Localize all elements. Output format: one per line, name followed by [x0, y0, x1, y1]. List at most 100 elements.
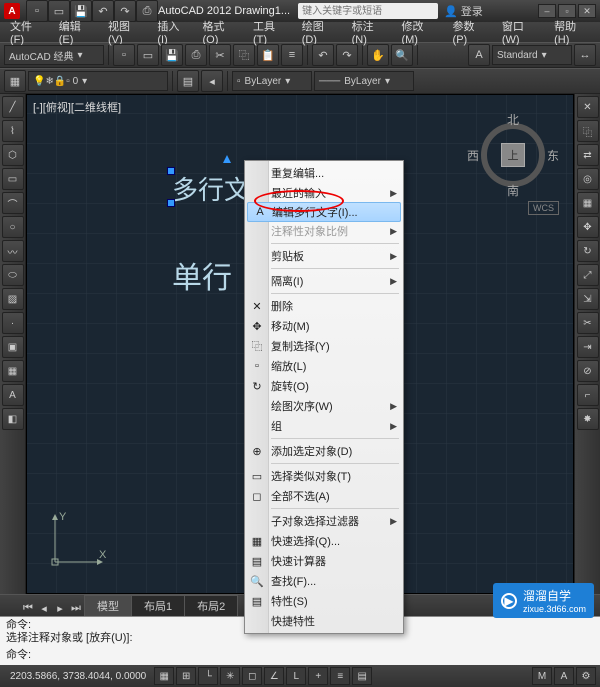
ctx-erase[interactable]: ✕删除 [245, 296, 403, 316]
tb-undo-icon[interactable]: ↶ [312, 44, 334, 66]
anno-toggle[interactable]: A [554, 667, 574, 685]
tb-dim-icon[interactable]: ↔ [574, 44, 596, 66]
pline-icon[interactable]: ⌇ [2, 120, 24, 142]
explode-icon[interactable]: ✸ [577, 408, 599, 430]
layer-dropdown[interactable]: 💡❄🔒▫ 0▾ [28, 71, 168, 91]
ctx-quick-props[interactable]: 快捷特性 [245, 611, 403, 631]
otrack-toggle[interactable]: ∠ [264, 667, 284, 685]
extend-icon[interactable]: ⇥ [577, 336, 599, 358]
ctx-draworder[interactable]: 绘图次序(W)▶ [245, 396, 403, 416]
ctx-isolate[interactable]: 隔离(I)▶ [245, 271, 403, 291]
tab-layout2[interactable]: 布局2 [184, 595, 238, 616]
tb-open-icon[interactable]: ▭ [137, 44, 159, 66]
selection-arrow-icon[interactable] [223, 155, 231, 163]
tab-last-icon[interactable]: ⏭ [68, 600, 84, 616]
grid-toggle[interactable]: ⊞ [176, 667, 196, 685]
ctx-select-similar[interactable]: ▭选择类似对象(T) [245, 466, 403, 486]
ctx-add-selected[interactable]: ⊕添加选定对象(D) [245, 441, 403, 461]
arc-icon[interactable]: ⌒ [2, 192, 24, 214]
table-icon[interactable]: ▦ [2, 360, 24, 382]
tab-layout1[interactable]: 布局1 [131, 595, 185, 616]
tb-pan-icon[interactable]: ✋ [367, 44, 389, 66]
fillet-icon[interactable]: ⌐ [577, 384, 599, 406]
selection-grip[interactable] [167, 167, 175, 175]
polygon-icon[interactable]: ⬡ [2, 144, 24, 166]
polar-toggle[interactable]: ✳ [220, 667, 240, 685]
dyn-toggle[interactable]: + [308, 667, 328, 685]
layer-iso-icon[interactable]: ▤ [177, 70, 199, 92]
scale-icon[interactable]: ⤢ [577, 264, 599, 286]
view-cube[interactable]: 上 北 南 东 西 WCS [473, 115, 553, 195]
layer-props-icon[interactable]: ▦ [4, 70, 26, 92]
point-icon[interactable]: · [2, 312, 24, 334]
lwt-toggle[interactable]: ≡ [330, 667, 350, 685]
move-icon[interactable]: ✥ [577, 216, 599, 238]
line-icon[interactable]: ╱ [2, 96, 24, 118]
ctx-repeat[interactable]: 重复编辑... [245, 163, 403, 183]
tb-cut-icon[interactable]: ✂ [209, 44, 231, 66]
osnap-toggle[interactable]: ◻ [242, 667, 262, 685]
ctx-move[interactable]: ✥移动(M) [245, 316, 403, 336]
ctx-copy[interactable]: ⿻复制选择(Y) [245, 336, 403, 356]
style-dropdown[interactable]: Standard▾ [492, 45, 572, 65]
erase-icon[interactable]: ✕ [577, 96, 599, 118]
ctx-edit-mtext[interactable]: A编辑多行文字(I)... [247, 202, 401, 222]
ctx-subobj-filter[interactable]: 子对象选择过滤器▶ [245, 511, 403, 531]
tb-match-icon[interactable]: ≡ [281, 44, 303, 66]
workspace-icon[interactable]: ⚙ [576, 667, 596, 685]
tab-model[interactable]: 模型 [84, 595, 132, 616]
text-object-2[interactable]: 单行 [172, 253, 232, 297]
ducs-toggle[interactable]: L [286, 667, 306, 685]
ellipse-icon[interactable]: ⬭ [2, 264, 24, 286]
tb-zoom-icon[interactable]: 🔍 [391, 44, 413, 66]
tb-copy-icon[interactable]: ⿻ [233, 44, 255, 66]
array-icon[interactable]: ▦ [577, 192, 599, 214]
tb-save-icon[interactable]: 💾 [161, 44, 183, 66]
model-toggle[interactable]: M [532, 667, 552, 685]
mirror-icon[interactable]: ⇄ [577, 144, 599, 166]
copy-icon[interactable]: ⿻ [577, 120, 599, 142]
mtext-icon[interactable]: A [2, 384, 24, 406]
linetype-dropdown[interactable]: ───ByLayer▾ [314, 71, 414, 91]
coordinates-display[interactable]: 2203.5866, 3738.4044, 0.0000 [4, 671, 152, 682]
ctx-clipboard[interactable]: 剪贴板▶ [245, 246, 403, 266]
layer-prev-icon[interactable]: ◂ [201, 70, 223, 92]
menu-file[interactable]: 文件(F) [4, 16, 51, 48]
workspace-dropdown[interactable]: AutoCAD 经典▾ [4, 45, 104, 65]
tb-redo-icon[interactable]: ↷ [336, 44, 358, 66]
offset-icon[interactable]: ◎ [577, 168, 599, 190]
rotate-icon[interactable]: ↻ [577, 240, 599, 262]
tab-first-icon[interactable]: ⏮ [20, 600, 36, 616]
tab-prev-icon[interactable]: ◂ [36, 600, 52, 616]
ctx-qselect[interactable]: ▦快速选择(Q)... [245, 531, 403, 551]
tb-textstyle-icon[interactable]: A [468, 44, 490, 66]
block-icon[interactable]: ▣ [2, 336, 24, 358]
menu-window[interactable]: 窗口(W) [496, 16, 546, 48]
tb-new-icon[interactable]: ▫ [113, 44, 135, 66]
ctx-rotate[interactable]: ↻旋转(O) [245, 376, 403, 396]
break-icon[interactable]: ⊘ [577, 360, 599, 382]
ctx-group[interactable]: 组▶ [245, 416, 403, 436]
rect-icon[interactable]: ▭ [2, 168, 24, 190]
ctx-recent-input[interactable]: 最近的输入▶ [245, 183, 403, 203]
tb-plot-icon[interactable]: ⎙ [185, 44, 207, 66]
ctx-scale[interactable]: ▫缩放(L) [245, 356, 403, 376]
tb-paste-icon[interactable]: 📋 [257, 44, 279, 66]
ortho-toggle[interactable]: └ [198, 667, 218, 685]
color-dropdown[interactable]: ▫ByLayer▾ [232, 71, 312, 91]
ctx-find[interactable]: 🔍查找(F)... [245, 571, 403, 591]
tab-next-icon[interactable]: ▸ [52, 600, 68, 616]
stretch-icon[interactable]: ⇲ [577, 288, 599, 310]
spline-icon[interactable]: 〰 [2, 240, 24, 262]
ctx-quickcalc[interactable]: ▤快速计算器 [245, 551, 403, 571]
hatch-icon[interactable]: ▨ [2, 288, 24, 310]
trim-icon[interactable]: ✂ [577, 312, 599, 334]
region-icon[interactable]: ◧ [2, 408, 24, 430]
wcs-label[interactable]: WCS [528, 201, 559, 215]
qp-toggle[interactable]: ▤ [352, 667, 372, 685]
viewport-label[interactable]: [-][俯视][二维线框] [33, 99, 121, 115]
snap-toggle[interactable]: ▦ [154, 667, 174, 685]
ctx-properties[interactable]: ▤特性(S) [245, 591, 403, 611]
selection-grip[interactable] [167, 199, 175, 207]
command-input[interactable] [31, 648, 594, 660]
